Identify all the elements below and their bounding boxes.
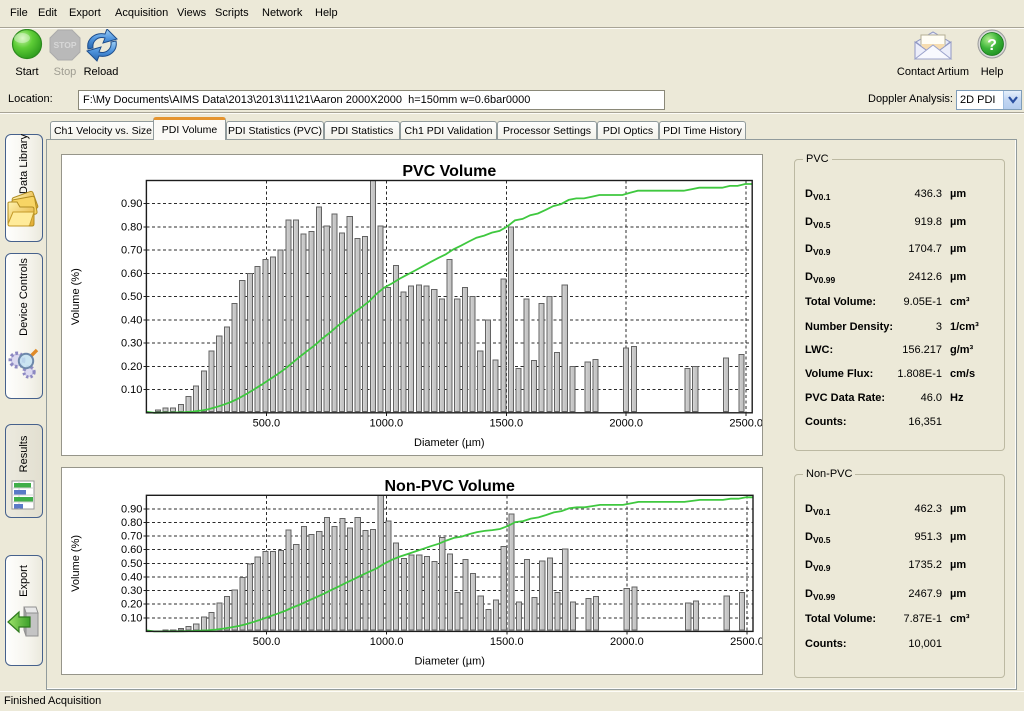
svg-text:0.60: 0.60 — [121, 544, 142, 556]
svg-text:2500.0: 2500.0 — [729, 417, 763, 429]
svg-text:PVC Volume: PVC Volume — [402, 163, 496, 180]
svg-text:0.80: 0.80 — [121, 517, 142, 529]
svg-text:0.70: 0.70 — [121, 531, 142, 543]
svg-text:STOP: STOP — [54, 40, 77, 50]
svg-text:0.30: 0.30 — [121, 585, 142, 597]
svg-text:0.10: 0.10 — [121, 384, 142, 396]
svg-text:Volume (%): Volume (%) — [70, 535, 82, 592]
svg-text:1500.0: 1500.0 — [489, 417, 523, 429]
svg-text:Diameter (µm): Diameter (µm) — [414, 655, 485, 667]
svg-text:Diameter (µm): Diameter (µm) — [414, 437, 485, 449]
svg-text:0.20: 0.20 — [121, 361, 142, 373]
svg-text:0.90: 0.90 — [121, 198, 142, 210]
svg-text:?: ? — [987, 37, 997, 54]
svg-text:0.50: 0.50 — [121, 291, 142, 303]
svg-text:Non-PVC Volume: Non-PVC Volume — [385, 478, 515, 495]
svg-text:500.0: 500.0 — [253, 417, 281, 429]
svg-text:0.30: 0.30 — [121, 338, 142, 350]
svg-text:0.20: 0.20 — [121, 599, 142, 611]
svg-text:2000.0: 2000.0 — [609, 417, 643, 429]
svg-text:0.90: 0.90 — [121, 503, 142, 515]
svg-text:0.70: 0.70 — [121, 245, 142, 257]
svg-text:0.60: 0.60 — [121, 268, 142, 280]
svg-text:0.80: 0.80 — [121, 221, 142, 233]
svg-text:1500.0: 1500.0 — [490, 636, 524, 648]
svg-text:1000.0: 1000.0 — [369, 417, 403, 429]
svg-text:2500.0: 2500.0 — [730, 636, 763, 648]
svg-text:Volume (%): Volume (%) — [70, 268, 82, 325]
svg-text:2000.0: 2000.0 — [610, 636, 644, 648]
svg-text:0.10: 0.10 — [121, 612, 142, 624]
svg-text:0.50: 0.50 — [121, 558, 142, 570]
svg-text:500.0: 500.0 — [253, 636, 281, 648]
svg-text:0.40: 0.40 — [121, 314, 142, 326]
svg-text:0.40: 0.40 — [121, 571, 142, 583]
svg-text:1000.0: 1000.0 — [370, 636, 404, 648]
